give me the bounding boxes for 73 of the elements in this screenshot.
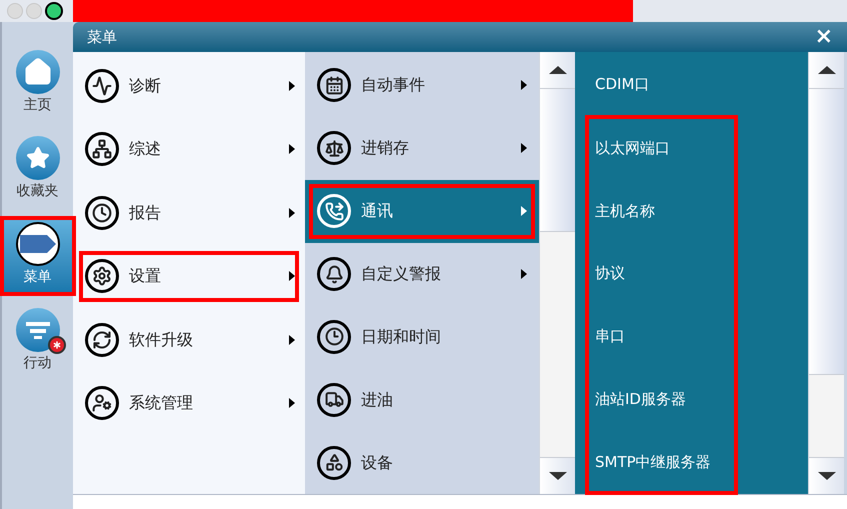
scroll-up-button[interactable] — [809, 52, 844, 89]
menu-item[interactable]: 系统管理 — [73, 372, 305, 435]
sidebar-label: 行动 — [24, 356, 52, 370]
menu-item[interactable]: 油站ID服务器 — [585, 368, 738, 430]
refresh-icon — [85, 322, 119, 357]
menu-item[interactable]: 报告 — [73, 181, 305, 244]
menu-label: 通讯 — [361, 200, 393, 222]
menu-label: 日期和时间 — [361, 326, 441, 348]
up-arrow-icon — [548, 66, 566, 74]
menu-title: 菜单 — [87, 26, 117, 48]
sidebar-label: 收藏夹 — [16, 184, 58, 198]
menu-label: 自动事件 — [361, 74, 425, 96]
sidebar-label: 主页 — [24, 98, 52, 112]
menu-item[interactable]: 自定义警报 — [305, 242, 539, 306]
scroll-thumb[interactable] — [540, 89, 575, 232]
clock-icon — [317, 320, 351, 354]
menu-label: 报告 — [129, 202, 161, 224]
menu-item[interactable]: 设置 — [73, 244, 305, 308]
menu-label: 综述 — [129, 138, 161, 160]
badge-icon — [48, 336, 66, 354]
menu-label: 诊断 — [129, 74, 161, 97]
list-icon — [26, 320, 50, 340]
truck-icon — [317, 382, 351, 417]
menu-item[interactable]: 进油 — [305, 368, 539, 432]
sidebar-item[interactable]: 收藏夹 — [4, 134, 72, 206]
menu-item[interactable]: 自动事件 — [305, 54, 539, 117]
menu-item[interactable]: 串口 — [585, 305, 738, 368]
phone-icon — [317, 194, 351, 228]
menu-item[interactable]: 通讯 — [305, 180, 539, 243]
calendar-icon — [317, 68, 351, 102]
scrollbar[interactable] — [539, 52, 575, 494]
menu-label: 进油 — [361, 388, 393, 411]
down-arrow-icon — [548, 472, 566, 480]
down-arrow-icon — [818, 472, 836, 480]
sidebar-item[interactable]: 行动 — [4, 306, 72, 378]
scroll-down-button[interactable] — [540, 457, 575, 494]
menu-item[interactable]: 诊断 — [73, 54, 305, 118]
clock-icon — [85, 196, 119, 230]
menu-label: 进销存 — [361, 137, 409, 160]
menu-label: 软件升级 — [129, 328, 193, 351]
scroll-thumb[interactable] — [809, 89, 844, 375]
menu-item[interactable]: CDIM口 — [585, 54, 738, 115]
scrollbar[interactable] — [808, 52, 844, 494]
scroll-up-button[interactable] — [540, 52, 575, 89]
sidebar-label: 菜单 — [24, 270, 52, 284]
user-icon — [85, 386, 119, 420]
home-icon — [22, 57, 52, 87]
up-arrow-icon — [818, 66, 836, 74]
menu-item[interactable]: 以太网端口 — [585, 117, 738, 180]
menu-item[interactable]: 协议 — [585, 242, 738, 306]
gear-icon — [85, 259, 119, 294]
menu-item[interactable]: 主机名称 — [585, 180, 738, 242]
menu-item[interactable]: SMTP中继服务器 — [585, 430, 738, 494]
scale-icon — [317, 131, 351, 166]
shapes-icon — [317, 446, 351, 480]
close-button[interactable]: × — [814, 26, 833, 48]
menu-item[interactable]: 综述 — [73, 118, 305, 181]
sidebar-item[interactable]: 菜单 — [4, 220, 72, 292]
menu-item[interactable]: 设备 — [305, 431, 539, 494]
menu-label: 系统管理 — [129, 392, 193, 414]
wave-icon — [85, 68, 119, 103]
sidebar-item[interactable]: 主页 — [4, 48, 72, 120]
menu-item[interactable]: 进销存 — [305, 116, 539, 180]
bell-icon — [317, 257, 351, 291]
menu-item[interactable]: 软件升级 — [73, 308, 305, 372]
menu-item[interactable]: 日期和时间 — [305, 305, 539, 368]
menu-label: 设备 — [361, 452, 393, 474]
menu-label: 自定义警报 — [361, 263, 441, 285]
tag-icon — [20, 235, 56, 253]
star-icon — [26, 146, 50, 170]
menu-label: 设置 — [129, 265, 161, 288]
scroll-down-button[interactable] — [809, 457, 844, 494]
network-icon — [85, 132, 119, 166]
